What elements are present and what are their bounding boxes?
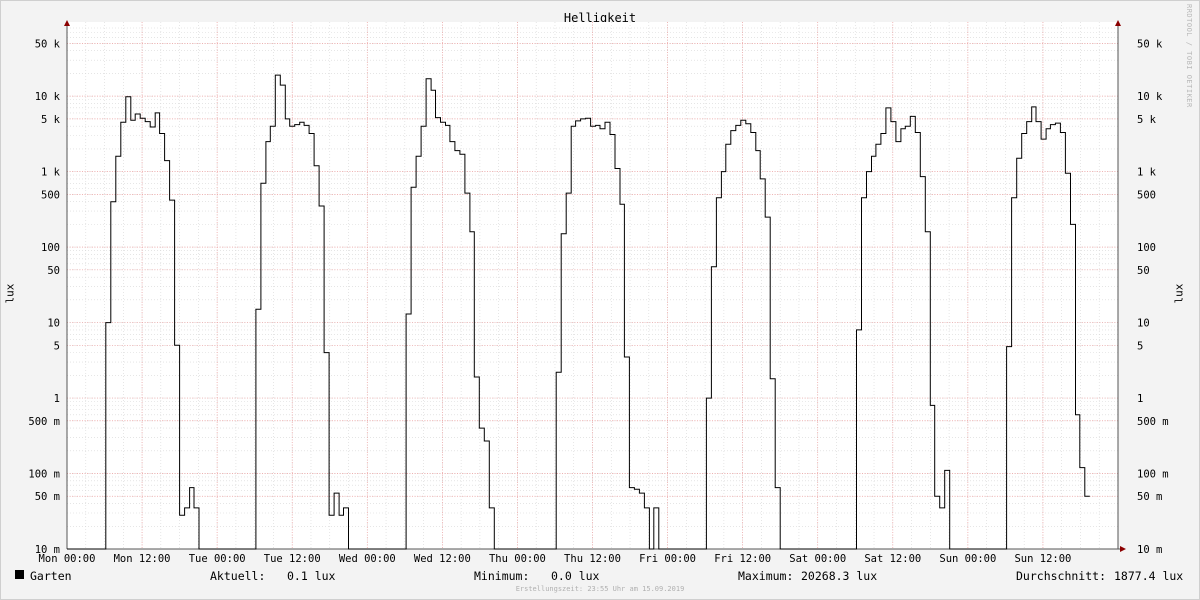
legend-series-name: Garten [30,569,72,583]
y-tick-label-left: 1 k [41,167,61,179]
y-tick-label-right: 10 m [1137,544,1162,556]
y-tick-label-left: 5 [54,340,60,352]
y-tick-label-left: 100 [41,242,60,254]
x-tick-label: Wed 00:00 [339,553,396,565]
y-tick-label-left: 50 k [35,38,61,50]
y-tick-label-left: 50 m [35,491,60,503]
y-tick-label-right: 10 k [1137,91,1163,103]
legend-max-value: 20268.3 lux [801,569,878,583]
legend-current-value: 0.1 lux [287,569,336,583]
y-tick-label-right: 50 k [1137,38,1163,50]
grid [66,22,1119,550]
chart-canvas: 50 k 50 k 10 k 10 k 5 k 5 k 1 k 1 k 500 500 100 100… [28,20,1169,565]
legend-swatch [15,570,24,579]
legend-current-label: Aktuell: [210,569,266,583]
y-tick-label-right: 500 [1137,189,1156,201]
y-tick-label-right: 1 [1137,393,1143,405]
y-tick-label-right: 5 k [1137,114,1157,126]
y-tick-label-left: 10 k [35,91,61,103]
legend-avg-label: Durchschnitt: [1016,569,1107,583]
y-tick-label-right: 50 [1137,265,1150,277]
x-tick-label: Tue 00:00 [189,553,246,565]
y-tick-label-left: 10 [47,318,60,330]
y-tick-label-left: 500 m [28,416,60,428]
y-tick-label-left: 500 [41,189,60,201]
y-tick-label-right: 10 [1137,318,1150,330]
x-tick-label: Fri 00:00 [639,553,696,565]
x-tick-label: Wed 12:00 [414,553,471,565]
y-tick-label-left: 100 m [28,469,60,481]
x-tick-label: Mon 00:00 [39,553,96,565]
y-tick-label-left: 1 [54,393,60,405]
legend-min-label: Minimum: [474,569,530,583]
y-tick-label-left: 50 [47,265,60,277]
y-tick-label-right: 1 k [1137,167,1157,179]
y-tick-label-right: 100 [1137,242,1156,254]
x-tick-label: Thu 12:00 [564,553,621,565]
x-tick-label: Sat 12:00 [864,553,921,565]
legend-min-value: 0.0 lux [551,569,600,583]
y-tick-label-right: 50 m [1137,491,1162,503]
x-tick-label: Mon 12:00 [114,553,171,565]
x-tick-label: Sun 12:00 [1014,553,1071,565]
x-tick-label: Sat 00:00 [789,553,846,565]
y-tick-label-left: 5 k [41,114,61,126]
footer-timestamp: Erstellungszeit: 23:55 Uhr am 15.09.2019 [515,585,685,593]
legend-avg-value: 1877.4 lux [1114,569,1184,583]
y-tick-label-right: 100 m [1137,469,1169,481]
y-tick-label-right: 5 [1137,340,1143,352]
x-tick-label: Sun 00:00 [939,553,996,565]
x-tick-label: Thu 00:00 [489,553,546,565]
legend: Garten Aktuell: 0.1 lux Minimum: 0.0 lux… [0,569,1200,583]
legend-max-label: Maximum: [738,569,794,583]
y-tick-label-right: 500 m [1137,416,1169,428]
x-tick-label: Fri 12:00 [714,553,771,565]
x-tick-label: Tue 12:00 [264,553,321,565]
x-axis-arrow [1120,546,1126,552]
